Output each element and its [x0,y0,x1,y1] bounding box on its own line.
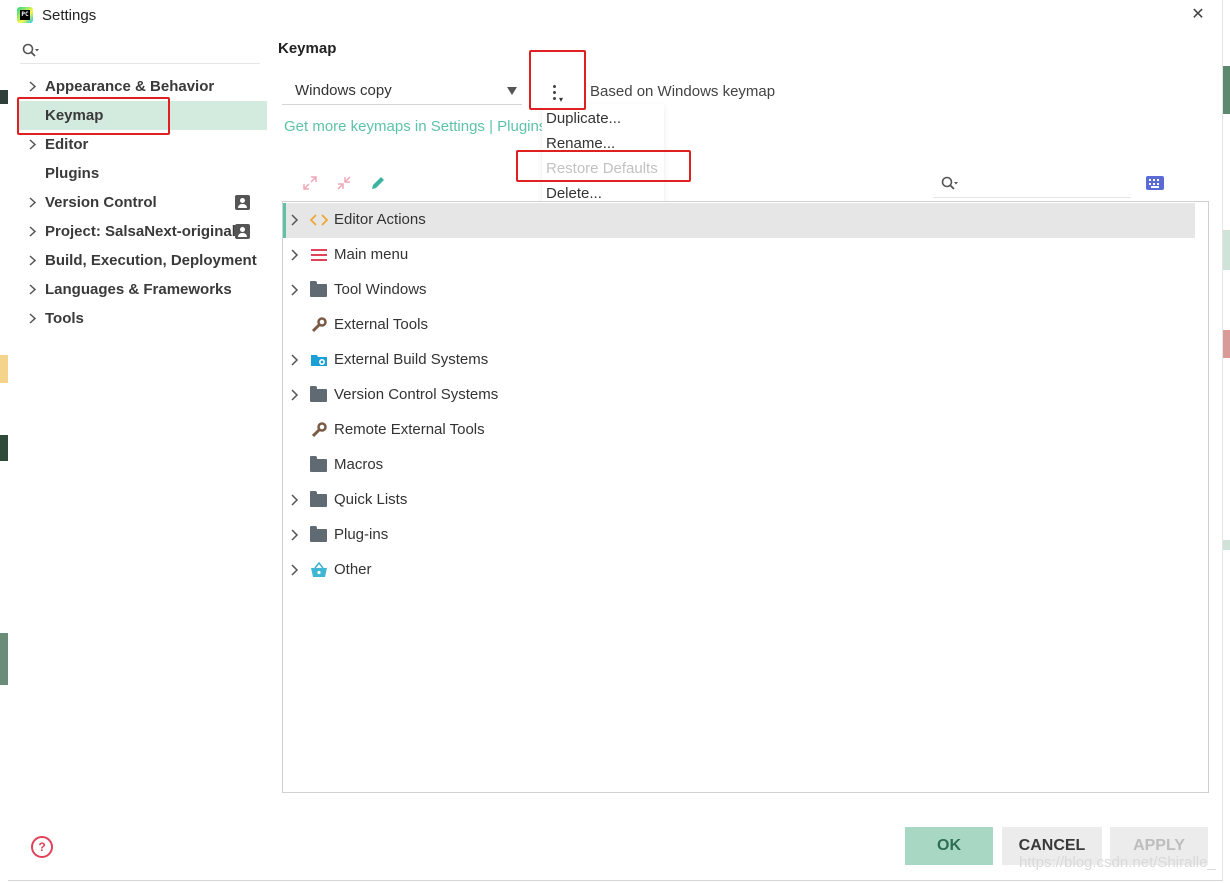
annotation-highlight-more-button [529,50,586,110]
tree-row-label: Plug-ins [334,526,389,543]
tree-row-version-control-systems[interactable]: Version Control Systems [283,378,1195,413]
tree-row-macros[interactable]: Macros [283,448,1195,483]
chevron-right-icon[interactable] [289,563,301,577]
profile-icon [235,224,250,239]
close-icon[interactable]: ✕ [1188,5,1208,25]
sidebar-item-label: Languages & Frameworks [45,281,232,298]
annotation-highlight-restore-defaults [516,150,691,182]
tree-row-label: External Tools [334,316,428,333]
page-title: Keymap [278,40,337,57]
sidebar-item-plugins[interactable]: Plugins [8,159,268,188]
actions-tree: Editor Actions Main menu Tool Windows Ex… [282,201,1209,793]
chevron-right-icon[interactable] [289,528,301,542]
dropdown-arrow-icon [507,87,517,95]
tree-row-label: Main menu [334,246,409,263]
sidebar-search-input[interactable] [20,41,260,64]
keymap-select-value: Windows copy [295,82,392,99]
expand-all-icon[interactable] [300,173,320,193]
chevron-right-icon [29,313,37,324]
basket-icon [311,562,327,577]
wrench-icon [311,317,327,333]
chevron-right-icon [29,197,37,208]
window-title: Settings [42,7,97,24]
search-icon [941,176,958,190]
annotation-highlight-keymap [17,97,170,135]
sidebar-item-label: Project: SalsaNext-original [45,223,236,240]
tree-row-remote-external-tools[interactable]: Remote External Tools [283,413,1195,448]
sidebar-item-label: Build, Execution, Deployment [45,252,257,269]
ok-button[interactable]: OK [905,827,993,865]
tree-row-label: Quick Lists [334,491,408,508]
search-icon [22,43,39,57]
shortcut-search-input[interactable] [933,171,1131,198]
sidebar-item-version-control[interactable]: Version Control [8,188,268,217]
profile-icon [235,195,250,210]
menu-item-duplicate[interactable]: Duplicate... [546,110,621,127]
tree-row-external-build-systems[interactable]: External Build Systems [283,343,1195,378]
chevron-right-icon[interactable] [289,353,301,367]
chevron-right-icon [29,226,37,237]
chevron-right-icon[interactable] [289,283,301,297]
find-by-shortcut-keyboard-icon[interactable] [1146,176,1164,190]
folder-icon [310,491,328,508]
keymap-select[interactable]: Windows copy [282,78,522,105]
based-on-label: Based on Windows keymap [590,83,776,100]
background-app-left [0,0,8,883]
build-folder-icon [311,355,327,366]
background-app-right [1222,0,1230,883]
edit-pencil-icon[interactable] [368,173,388,193]
folder-icon [310,526,328,543]
chevron-right-icon[interactable] [289,213,301,227]
chevron-right-icon [29,284,37,295]
tree-row-label: Macros [334,456,384,473]
keymap-panel: Keymap Windows copy ▾ Based on Windows k… [278,36,1222,836]
tree-row-quick-lists[interactable]: Quick Lists [283,483,1195,518]
tree-row-label: Other [334,561,372,578]
tree-row-label: External Build Systems [334,351,489,368]
tree-row-tool-windows[interactable]: Tool Windows [283,273,1195,308]
tree-row-label: Remote External Tools [334,421,485,438]
sidebar-item-label: Plugins [45,165,100,182]
settings-dialog: PC Settings ✕ Appearance & Behavior Keym… [8,0,1223,881]
tree-row-editor-actions[interactable]: Editor Actions [283,203,1195,238]
sidebar-item-tools[interactable]: Tools [8,304,268,333]
folder-icon [310,456,328,473]
tree-row-external-tools[interactable]: External Tools [283,308,1195,343]
menu-item-delete[interactable]: Delete... [546,185,602,202]
settings-sidebar: Appearance & Behavior Keymap Editor Plug… [8,36,276,836]
get-more-keymaps-link[interactable]: Get more keymaps in Settings | Plugins [284,118,546,135]
sidebar-item-build-execution-deployment[interactable]: Build, Execution, Deployment [8,246,268,275]
collapse-all-icon[interactable] [334,173,354,193]
chevron-right-icon[interactable] [289,248,301,262]
chevron-right-icon [29,255,37,266]
wrench-icon [311,422,327,438]
menu-icon [311,249,327,261]
help-icon[interactable]: ? [31,836,53,858]
tree-row-label: Editor Actions [334,211,426,228]
sidebar-item-languages-frameworks[interactable]: Languages & Frameworks [8,275,268,304]
tree-row-plug-ins[interactable]: Plug-ins [283,518,1195,553]
code-brackets-icon [310,214,328,226]
folder-icon [310,281,328,298]
tree-row-other[interactable]: Other [283,553,1195,588]
watermark: https://blog.csdn.net/Shiralle_ [1019,854,1216,871]
folder-icon [310,386,328,403]
sidebar-item-project[interactable]: Project: SalsaNext-original [8,217,268,246]
tree-row-label: Version Control Systems [334,386,499,403]
tree-row-main-menu[interactable]: Main menu [283,238,1195,273]
chevron-right-icon[interactable] [289,493,301,507]
chevron-right-icon[interactable] [289,388,301,402]
title-bar: PC Settings ✕ [8,0,1222,32]
sidebar-item-label: Version Control [45,194,157,211]
sidebar-item-label: Tools [45,310,84,327]
tree-row-label: Tool Windows [334,281,427,298]
pycharm-logo-icon: PC [17,7,33,23]
